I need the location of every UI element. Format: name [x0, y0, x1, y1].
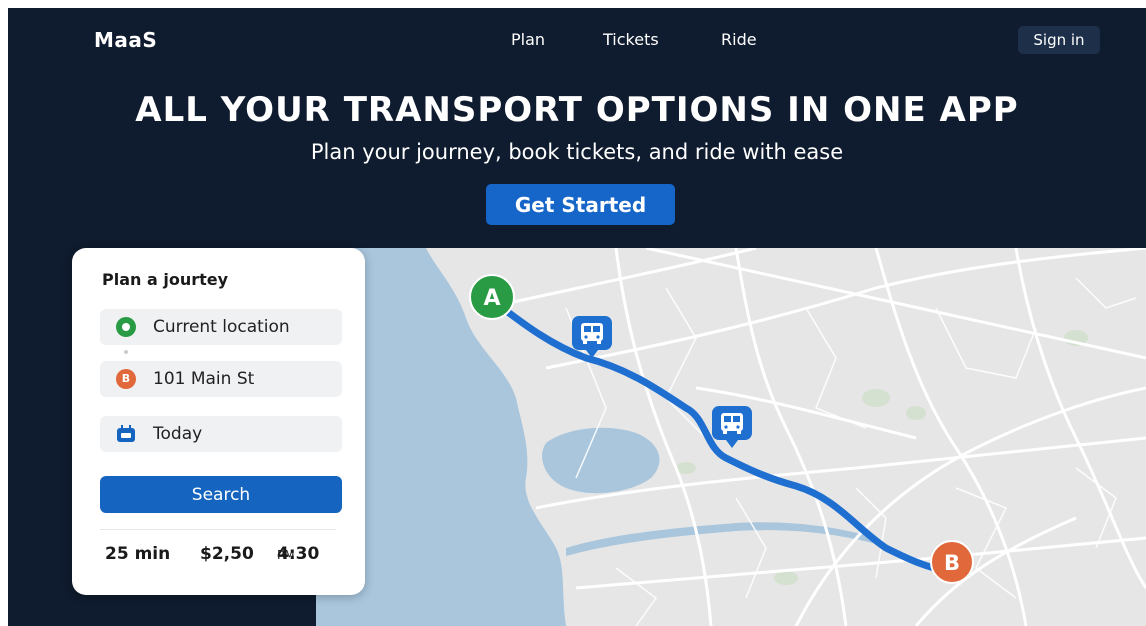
origin-value: Current location [153, 317, 290, 337]
map-lake [542, 427, 660, 494]
calendar-icon [117, 425, 135, 442]
nav-item-ride[interactable]: Ride [721, 30, 757, 49]
top-nav: MaaS Plan Tickets Ride Sign in [8, 8, 1146, 70]
app-frame: MaaS Plan Tickets Ride Sign in ALL YOUR … [8, 8, 1146, 626]
journey-planner-card: Plan a jourtey Current location B 101 Ma… [72, 248, 365, 595]
hero-title: ALL YOUR TRANSPORT OPTIONS IN ONE APP [135, 90, 1019, 130]
map-park [862, 389, 890, 407]
nav-item-tickets[interactable]: Tickets [603, 30, 659, 49]
map-park [774, 571, 798, 585]
nav-menu: Plan Tickets Ride [8, 30, 1146, 50]
hero-subtitle: Plan your journey, book tickets, and rid… [310, 140, 844, 164]
date-value: Today [153, 424, 203, 444]
start-marker[interactable]: A [469, 274, 515, 320]
end-marker-label: B [944, 551, 960, 575]
route-map[interactable]: A B [316, 248, 1146, 626]
arrival-time-value: 4:30 [277, 544, 320, 564]
get-started-button[interactable]: Get Started [486, 184, 675, 225]
trip-duration: 25 min [105, 544, 171, 564]
nav-item-plan[interactable]: Plan [511, 30, 545, 49]
location-dot-icon [116, 317, 136, 337]
start-marker-label: A [483, 286, 500, 311]
search-button[interactable]: Search [100, 476, 342, 513]
trip-summary: 25 min $2,50 4:30 PM [72, 544, 365, 568]
origin-field[interactable]: Current location [100, 309, 342, 345]
sign-in-button[interactable]: Sign in [1018, 26, 1100, 54]
destination-field[interactable]: B 101 Main St [100, 361, 342, 397]
divider [100, 529, 336, 530]
route-connector [124, 350, 128, 354]
trip-arrival-time: 4:30 PM [277, 544, 319, 564]
bus-icon [581, 323, 603, 344]
planner-title: Plan a jourtey [102, 270, 229, 289]
trip-price: $2,50 [200, 544, 254, 564]
end-marker[interactable]: B [930, 540, 974, 584]
bus-icon [721, 413, 743, 434]
destination-marker-icon: B [116, 369, 136, 389]
map-park [906, 406, 926, 420]
date-field[interactable]: Today [100, 416, 342, 452]
destination-value: 101 Main St [153, 369, 255, 389]
map-canvas[interactable]: A B [316, 248, 1146, 626]
